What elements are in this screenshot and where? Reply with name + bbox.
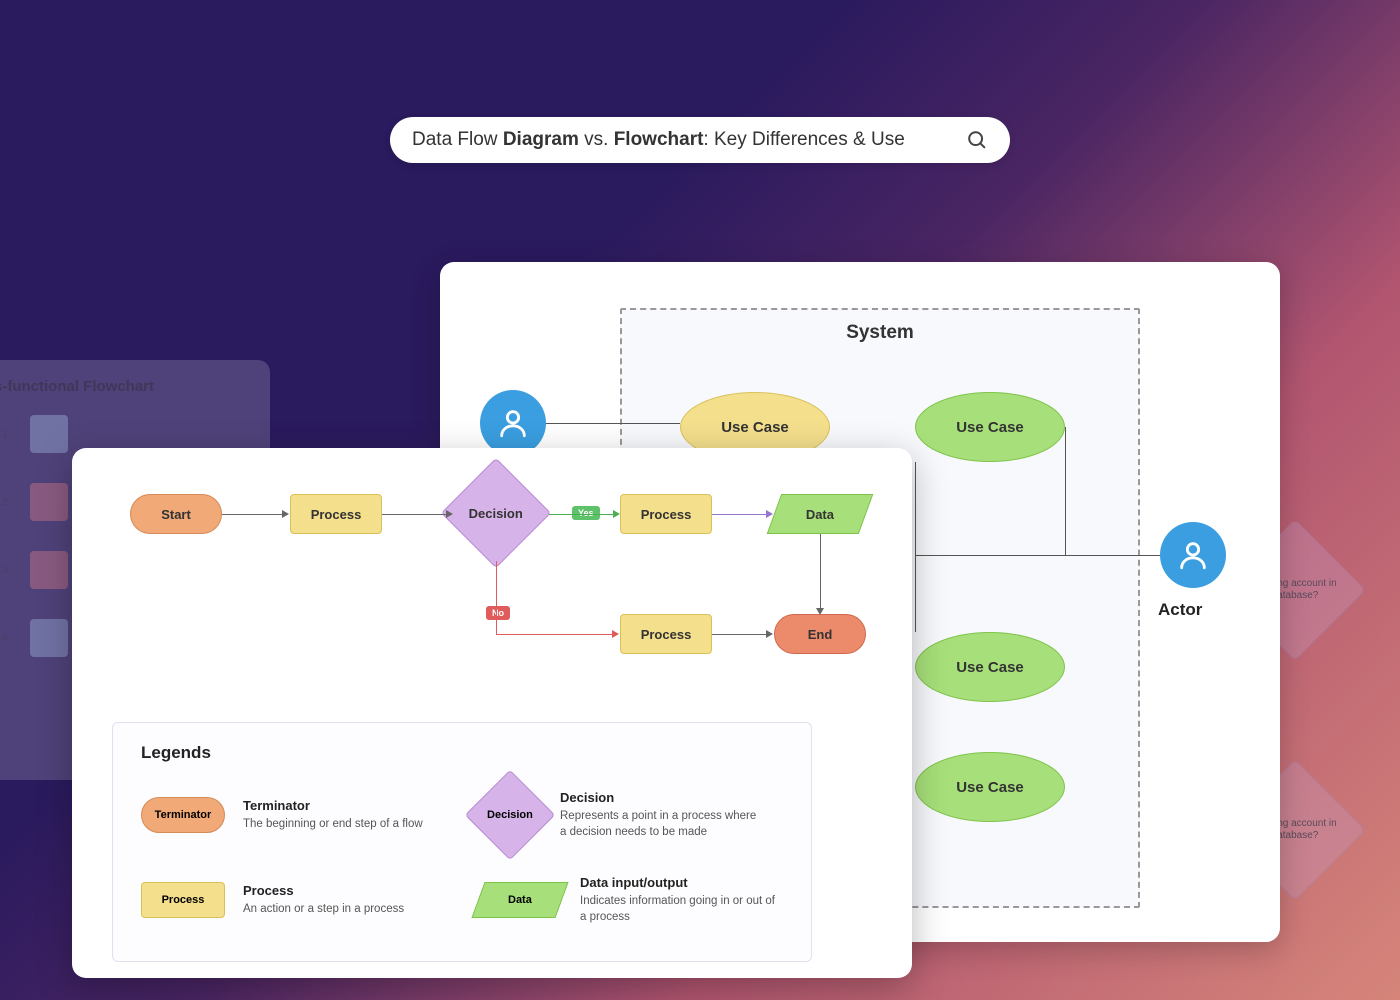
search-bold-2: Flowchart <box>614 129 704 150</box>
connector <box>915 462 916 632</box>
legend-item: Data Data input/output Indicates informa… <box>478 875 783 925</box>
search-bold-1: Diagram <box>503 129 579 150</box>
arrowhead-icon <box>766 630 773 638</box>
arrow <box>712 634 766 635</box>
search-icon[interactable] <box>966 129 988 151</box>
arrowhead-icon <box>613 510 620 518</box>
arrowhead-icon <box>816 608 824 615</box>
usecase-node: Use Case <box>915 752 1065 822</box>
connector <box>915 555 1160 556</box>
node-data: Data <box>767 494 874 534</box>
actor-icon <box>1160 522 1226 588</box>
usecase-node: Use Case <box>915 392 1065 462</box>
arrowhead-icon <box>282 510 289 518</box>
arrow <box>820 534 821 608</box>
node-process: Process <box>290 494 382 534</box>
search-text: Data Flow Diagram vs. Flowchart: Key Dif… <box>412 129 954 151</box>
legend-item: Terminator Terminator The beginning or e… <box>141 783 446 847</box>
node-process: Process <box>620 494 712 534</box>
actor-label: Actor <box>1158 600 1202 620</box>
legend-heading: Decision <box>560 790 760 805</box>
actor-icon <box>480 390 546 456</box>
legend-desc: An action or a step in a process <box>243 902 404 918</box>
node-end: End <box>774 614 866 654</box>
arrowhead-icon <box>766 510 773 518</box>
arrow <box>496 561 497 634</box>
legend-desc: Indicates information going in or out of… <box>580 894 780 925</box>
system-label: System <box>622 322 1138 344</box>
node-start: Start <box>130 494 222 534</box>
search-pre: Data Flow <box>412 129 503 150</box>
legend-shape-terminator: Terminator <box>141 797 225 833</box>
legends-panel: Legends Terminator Terminator The beginn… <box>112 722 812 962</box>
connector <box>546 423 680 424</box>
legend-desc: Represents a point in a process where a … <box>560 809 760 840</box>
legend-shape-process: Process <box>141 882 225 918</box>
legend-item: Decision Decision Represents a point in … <box>478 783 783 847</box>
legend-shape-decision: Decision <box>465 770 556 861</box>
bg-left-title: s-functional Flowchart <box>0 378 256 395</box>
connector <box>1065 427 1066 555</box>
legend-shape-data: Data <box>471 882 568 918</box>
node-decision: Decision <box>441 458 551 568</box>
arrow <box>382 514 446 515</box>
legend-heading: Terminator <box>243 798 423 813</box>
search-mid: vs. <box>579 129 614 150</box>
yes-label: Yes <box>572 506 600 520</box>
legend-heading: Process <box>243 883 404 898</box>
arrow <box>496 634 612 635</box>
legend-item: Process Process An action or a step in a… <box>141 875 446 925</box>
arrow <box>549 514 613 515</box>
arrow <box>222 514 282 515</box>
no-label: No <box>486 606 510 620</box>
search-post: : Key Differences & Use <box>703 129 904 150</box>
arrowhead-icon <box>446 510 453 518</box>
node-process: Process <box>620 614 712 654</box>
legends-title: Legends <box>141 743 783 763</box>
arrow <box>712 514 766 515</box>
arrowhead-icon <box>612 630 619 638</box>
search-bar[interactable]: Data Flow Diagram vs. Flowchart: Key Dif… <box>390 117 1010 163</box>
flowchart-card: Start Process Decision Process Data Proc… <box>72 448 912 978</box>
legend-heading: Data input/output <box>580 875 780 890</box>
legend-desc: The beginning or end step of a flow <box>243 817 423 833</box>
usecase-node: Use Case <box>915 632 1065 702</box>
